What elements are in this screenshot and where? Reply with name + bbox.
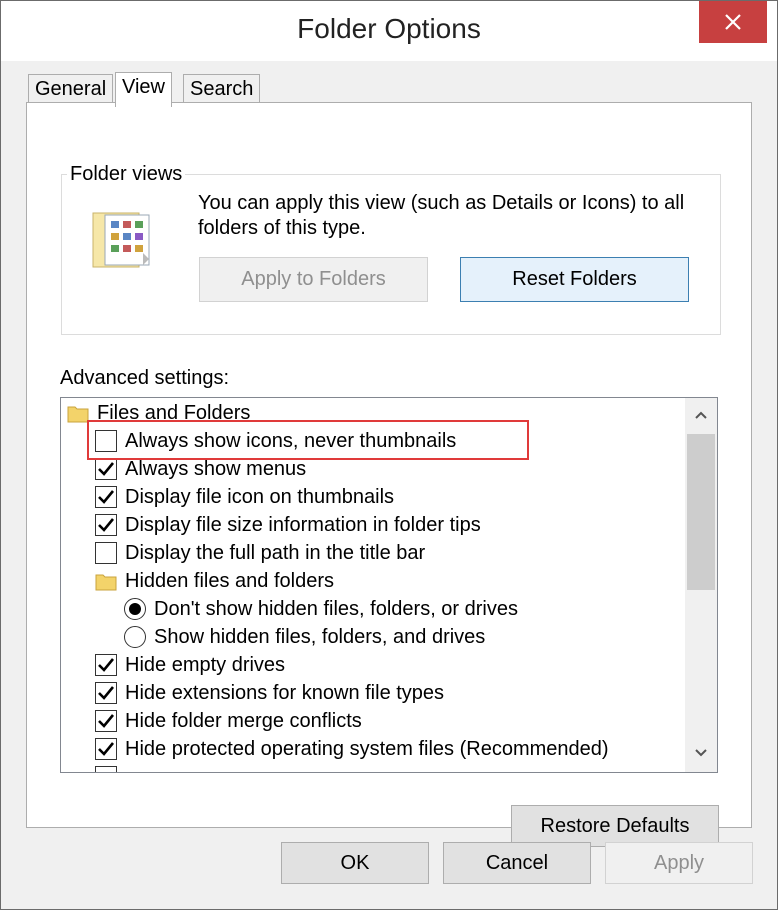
list-item[interactable]: Display file icon on thumbnails: [95, 483, 394, 511]
option-label: Always show icons, never thumbnails: [125, 429, 457, 452]
restore-defaults-button[interactable]: Restore Defaults: [511, 805, 719, 847]
apply-button[interactable]: Apply: [605, 842, 753, 884]
tree-folder-files-and-folders: Files and Folders: [67, 399, 250, 427]
title-bar: Folder Options: [1, 1, 777, 61]
checkbox[interactable]: [95, 514, 117, 536]
checkmark-icon: [98, 490, 115, 504]
folder-views-label: Folder views: [67, 163, 186, 186]
option-label: Show hidden files, folders, and drives: [154, 625, 486, 648]
option-label: Don't show hidden files, folders, or dri…: [154, 597, 518, 620]
scrollbar-thumb[interactable]: [687, 434, 715, 590]
checkbox[interactable]: [95, 738, 117, 760]
option-label: Display file icon on thumbnails: [125, 485, 395, 508]
checkbox[interactable]: [95, 766, 117, 772]
folder-options-window: Folder Options General View Search Folde…: [0, 0, 778, 910]
checkbox[interactable]: [95, 458, 117, 480]
checkmark-icon: [98, 686, 115, 700]
list-item[interactable]: Always show icons, never thumbnails: [95, 427, 456, 455]
checkmark-icon: [98, 714, 115, 728]
tab-view[interactable]: View: [115, 72, 172, 107]
checkbox[interactable]: [95, 710, 117, 732]
option-label: Hide protected operating system files (R…: [125, 737, 609, 760]
option-label: Hide extensions for known file types: [125, 681, 445, 704]
advanced-settings-label: Advanced settings:: [60, 367, 229, 389]
vertical-scrollbar[interactable]: [685, 398, 717, 772]
checkmark-icon: [98, 658, 115, 672]
close-icon: [725, 14, 741, 30]
advanced-settings-tree[interactable]: Files and Folders Always show icons, nev…: [60, 397, 718, 773]
dialog-client: General View Search Folder views You can…: [1, 61, 777, 909]
radio-button[interactable]: [124, 626, 146, 648]
list-item[interactable]: [95, 763, 125, 772]
checkmark-icon: [98, 742, 115, 756]
checkmark-icon: [98, 518, 115, 532]
option-label: Display file size information in folder …: [125, 513, 481, 536]
tree-folder-label: Hidden files and folders: [125, 569, 335, 592]
checkmark-icon: [98, 462, 115, 476]
list-item[interactable]: Show hidden files, folders, and drives: [124, 623, 485, 651]
close-button[interactable]: [699, 1, 767, 43]
checkbox[interactable]: [95, 430, 117, 452]
chevron-up-icon[interactable]: [694, 410, 708, 420]
list-item[interactable]: Hide folder merge conflicts: [95, 707, 362, 735]
list-item[interactable]: Display the full path in the title bar: [95, 539, 425, 567]
tab-general[interactable]: General: [28, 74, 114, 104]
view-tab-panel: Folder views You can apply this view (su…: [26, 102, 752, 847]
folder-views-description: You can apply this view (such as Details…: [198, 192, 685, 239]
list-item[interactable]: Always show menus: [95, 455, 306, 483]
option-label: Hide empty drives: [125, 653, 286, 676]
list-item[interactable]: Display file size information in folder …: [95, 511, 481, 539]
tree-folder-label: Files and Folders: [97, 401, 251, 424]
apply-to-folders-button[interactable]: Apply to Folders: [199, 257, 428, 302]
folder-icon: [95, 574, 117, 591]
checkbox[interactable]: [95, 486, 117, 508]
checkbox[interactable]: [95, 682, 117, 704]
radio-button[interactable]: [124, 598, 146, 620]
checkbox[interactable]: [95, 654, 117, 676]
window-title: Folder Options: [297, 13, 481, 44]
list-item[interactable]: Don't show hidden files, folders, or dri…: [124, 595, 518, 623]
tab-search[interactable]: Search: [183, 74, 261, 104]
folder-icon: [67, 406, 89, 423]
option-label: Display the full path in the title bar: [125, 541, 426, 564]
cancel-button[interactable]: Cancel: [443, 842, 591, 884]
checkbox[interactable]: [95, 542, 117, 564]
list-item[interactable]: Hide empty drives: [95, 651, 285, 679]
list-item[interactable]: Hide protected operating system files (R…: [95, 735, 609, 763]
reset-folders-button[interactable]: Reset Folders: [460, 257, 689, 302]
chevron-down-icon[interactable]: [694, 748, 708, 758]
option-label: Hide folder merge conflicts: [125, 709, 362, 732]
folder-views-icon: [92, 212, 150, 268]
list-item[interactable]: Hide extensions for known file types: [95, 679, 444, 707]
tree-folder-hidden-files: Hidden files and folders: [95, 567, 334, 595]
ok-button[interactable]: OK: [281, 842, 429, 884]
option-label: Always show menus: [125, 457, 307, 480]
